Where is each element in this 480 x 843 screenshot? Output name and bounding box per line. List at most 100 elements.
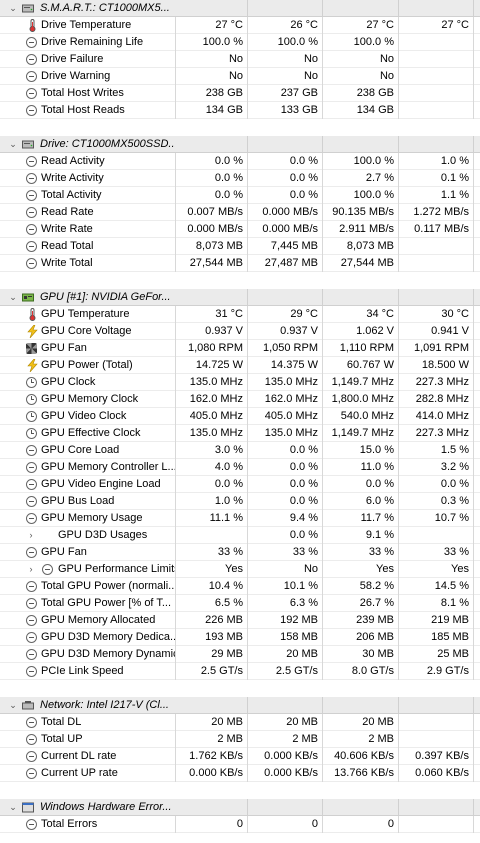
sensor-group-header[interactable]: ⌄ S.M.A.R.T.: CT1000MX5... (0, 0, 480, 17)
sensor-label: GPU Memory Controller L... (41, 461, 176, 473)
value-current: 27,544 MB (176, 255, 248, 272)
sensor-row[interactable]: Drive Remaining Life 100.0 % 100.0 % 100.0 … (0, 34, 480, 51)
sensor-row[interactable]: GPU Effective Clock 135.0 MHz 135.0 MHz 1,1… (0, 425, 480, 442)
chevron-down-icon[interactable]: ⌄ (8, 697, 18, 714)
gauge-icon (26, 104, 39, 117)
sensor-row[interactable]: Total Host Writes 238 GB 237 GB 238 GB (0, 85, 480, 102)
value-current: 135.0 MHz (176, 374, 248, 391)
sensor-label: Drive Temperature (41, 19, 132, 31)
sensor-row[interactable]: Current UP rate 0.000 KB/s 0.000 KB/s 13.76… (0, 765, 480, 782)
value-minimum: 135.0 MHz (251, 425, 323, 442)
value-minimum: 405.0 MHz (251, 408, 323, 425)
value-minimum: 135.0 MHz (251, 374, 323, 391)
gauge-icon (26, 240, 39, 253)
gauge-icon (26, 206, 39, 219)
value-minimum: No (251, 68, 323, 85)
value-minimum: 0.0 % (251, 187, 323, 204)
value-average: 227.3 MHz (402, 374, 474, 391)
sensor-row[interactable]: › GPU D3D Usages 0.0 % 9.1 % (0, 527, 480, 544)
sensor-row[interactable]: › GPU Performance Limits Yes No Yes Yes (0, 561, 480, 578)
chevron-down-icon[interactable]: ⌄ (8, 0, 18, 17)
sensor-row[interactable]: GPU Video Engine Load 0.0 % 0.0 % 0.0 % 0.0 … (0, 476, 480, 493)
value-minimum: 20 MB (251, 714, 323, 731)
gauge-icon (26, 648, 39, 661)
sensor-row[interactable]: Drive Failure No No No (0, 51, 480, 68)
group-title: Drive: CT1000MX500SSD... (40, 138, 175, 150)
sensor-row[interactable]: Current DL rate 1.762 KB/s 0.000 KB/s 40.60… (0, 748, 480, 765)
sensor-row[interactable]: Total Errors 0 0 0 (0, 816, 480, 833)
sensor-row[interactable]: GPU Fan 1,080 RPM 1,050 RPM 1,110 RPM 1,091 … (0, 340, 480, 357)
sensor-row[interactable]: GPU Memory Clock 162.0 MHz 162.0 MHz 1,800.… (0, 391, 480, 408)
sensor-label: GPU Performance Limits (58, 563, 176, 575)
sensor-label: GPU Memory Clock (41, 393, 139, 405)
value-average: 227.3 MHz (402, 425, 474, 442)
gauge-icon (26, 665, 39, 678)
sensor-label: Write Total (41, 257, 93, 269)
sensor-row[interactable]: GPU Power (Total) 14.725 W 14.375 W 60.767 … (0, 357, 480, 374)
value-minimum: 133 GB (251, 102, 323, 119)
sensor-row[interactable]: Total UP 2 MB 2 MB 2 MB (0, 731, 480, 748)
sensor-row[interactable]: GPU Clock 135.0 MHz 135.0 MHz 1,149.7 MHz 22… (0, 374, 480, 391)
value-maximum: 60.767 W (327, 357, 399, 374)
chevron-down-icon[interactable]: ⌄ (8, 136, 18, 153)
sensor-row[interactable]: GPU Memory Allocated 226 MB 192 MB 239 MB 21… (0, 612, 480, 629)
sensor-row[interactable]: GPU Video Clock 405.0 MHz 405.0 MHz 540.0 M… (0, 408, 480, 425)
sensor-row[interactable]: Write Total 27,544 MB 27,487 MB 27,544 MB (0, 255, 480, 272)
value-average (402, 527, 474, 544)
value-current: 3.0 % (176, 442, 248, 459)
gauge-icon (26, 614, 39, 627)
sensor-row[interactable]: Write Activity 0.0 % 0.0 % 2.7 % 0.1 % (0, 170, 480, 187)
chevron-down-icon[interactable]: ⌄ (8, 799, 18, 816)
sensor-row[interactable]: GPU Fan 33 % 33 % 33 % 33 % (0, 544, 480, 561)
chevron-right-icon[interactable]: › (26, 527, 36, 544)
value-minimum: 10.1 % (251, 578, 323, 595)
sensor-group-header[interactable]: ⌄ Network: Intel I217-V (Cl... (0, 697, 480, 714)
sensor-row[interactable]: GPU Core Load 3.0 % 0.0 % 15.0 % 1.5 % (0, 442, 480, 459)
sensor-row[interactable]: Total Host Reads 134 GB 133 GB 134 GB (0, 102, 480, 119)
sensor-row[interactable]: GPU Memory Usage 11.1 % 9.4 % 11.7 % 10.7 % (0, 510, 480, 527)
sensor-row[interactable]: Read Rate 0.007 MB/s 0.000 MB/s 90.135 MB/s… (0, 204, 480, 221)
sensor-row[interactable]: Total GPU Power [% of T... 6.5 % 6.3 % 26.7… (0, 595, 480, 612)
value-average: 282.8 MHz (402, 391, 474, 408)
sensor-row[interactable]: Write Rate 0.000 MB/s 0.000 MB/s 2.911 MB/s… (0, 221, 480, 238)
value-maximum: 9.1 % (327, 527, 399, 544)
value-current: 135.0 MHz (176, 425, 248, 442)
fan-icon (26, 342, 39, 355)
value-average: 33 % (402, 544, 474, 561)
sensor-row[interactable]: GPU Bus Load 1.0 % 0.0 % 6.0 % 0.3 % (0, 493, 480, 510)
sensor-row[interactable]: Read Activity 0.0 % 0.0 % 100.0 % 1.0 % (0, 153, 480, 170)
gauge-icon (26, 495, 39, 508)
value-current: 11.1 % (176, 510, 248, 527)
gauge-icon (26, 631, 39, 644)
sensor-row[interactable]: Total GPU Power (normali... 10.4 % 10.1 % 5… (0, 578, 480, 595)
network-icon (22, 700, 34, 711)
value-maximum: 27 °C (327, 17, 399, 34)
sensor-row[interactable]: Drive Warning No No No (0, 68, 480, 85)
sensor-row[interactable]: GPU Memory Controller L... 4.0 % 0.0 % 11.0… (0, 459, 480, 476)
sensor-row[interactable]: GPU D3D Memory Dedica... 193 MB 158 MB 206 … (0, 629, 480, 646)
sensor-group-header[interactable]: ⌄ Windows Hardware Error... (0, 799, 480, 816)
value-maximum: 11.0 % (327, 459, 399, 476)
group-title: GPU [#1]: NVIDIA GeFor... (40, 291, 171, 303)
value-current: 2.5 GT/s (176, 663, 248, 680)
sensor-row[interactable]: GPU Core Voltage 0.937 V 0.937 V 1.062 V 0.9… (0, 323, 480, 340)
sensor-row[interactable]: PCIe Link Speed 2.5 GT/s 2.5 GT/s 8.0 GT/s 2… (0, 663, 480, 680)
sensor-row[interactable]: Drive Temperature 27 °C 26 °C 27 °C 27 °C (0, 17, 480, 34)
sensor-group-header[interactable]: ⌄ Drive: CT1000MX500SSD... (0, 136, 480, 153)
value-average (402, 102, 474, 119)
value-current: 1.0 % (176, 493, 248, 510)
value-minimum: 0.000 KB/s (251, 748, 323, 765)
sensor-row[interactable]: Total DL 20 MB 20 MB 20 MB (0, 714, 480, 731)
sensor-label: GPU Fan (41, 546, 87, 558)
sensor-group-header[interactable]: ⌄ GPU [#1]: NVIDIA GeFor... (0, 289, 480, 306)
sensor-label: Current UP rate (41, 767, 118, 779)
sensor-row[interactable]: GPU D3D Memory Dynamic 29 MB 20 MB 30 MB 25 … (0, 646, 480, 663)
sensor-row[interactable]: Total Activity 0.0 % 0.0 % 100.0 % 1.1 % (0, 187, 480, 204)
chevron-right-icon[interactable]: › (26, 561, 36, 578)
sensor-row[interactable]: GPU Temperature 31 °C 29 °C 34 °C 30 °C (0, 306, 480, 323)
chevron-down-icon[interactable]: ⌄ (8, 289, 18, 306)
sensor-label: GPU Video Clock (41, 410, 127, 422)
sensor-row[interactable]: Read Total 8,073 MB 7,445 MB 8,073 MB (0, 238, 480, 255)
